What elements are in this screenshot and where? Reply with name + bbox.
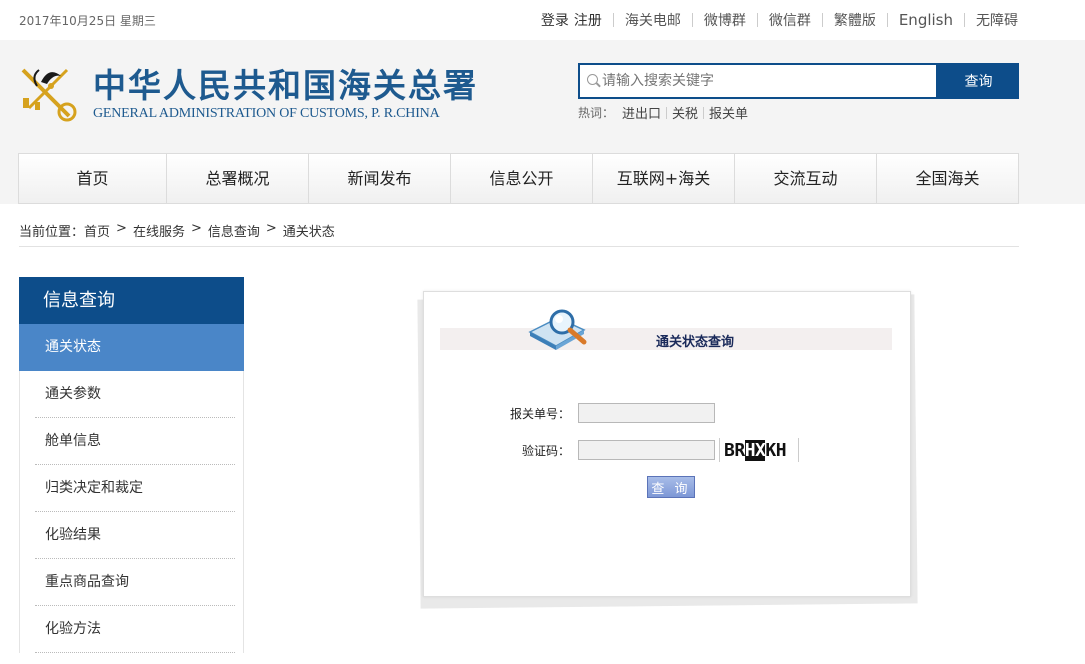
main-nav: 首页 总署概况 新闻发布 信息公开 互联网+海关 交流互动 全国海关 [18, 153, 1019, 204]
sidebar-item-key-goods[interactable]: 重点商品查询 [19, 559, 244, 606]
sidebar-item-clearance-params[interactable]: 通关参数 [19, 371, 244, 418]
hot-word-tariff[interactable]: 关税 [672, 103, 698, 122]
traditional-chinese-link[interactable]: 繁體版 [834, 10, 876, 30]
sidebar-item-lab-methods[interactable]: 化验方法 [19, 606, 244, 653]
search-icon [587, 74, 598, 85]
top-links: 登录 注册 海关电邮 微博群 微信群 繁體版 English 无障碍 [541, 10, 1018, 30]
nav-home[interactable]: 首页 [19, 154, 167, 203]
captcha-image[interactable]: BR HX KH [719, 438, 799, 462]
site-header: 中华人民共和国海关总署 GENERAL ADMINISTRATION OF CU… [0, 40, 1085, 204]
sidebar-item-classification[interactable]: 归类决定和裁定 [19, 465, 244, 512]
hot-word-import-export[interactable]: 进出口 [622, 103, 661, 122]
customs-mail-link[interactable]: 海关电邮 [625, 10, 681, 30]
breadcrumb-info-query[interactable]: 信息查询 [208, 221, 260, 240]
nav-interaction[interactable]: 交流互动 [735, 154, 877, 203]
top-bar: 2017年10月25日 星期三 登录 注册 海关电邮 微博群 微信群 繁體版 E… [0, 0, 1085, 40]
wechat-link[interactable]: 微信群 [769, 10, 811, 30]
hot-words-label: 热词： [578, 106, 615, 120]
query-submit-button[interactable]: 查 询 [647, 476, 695, 498]
declaration-number-label: 报关单号： [509, 406, 570, 421]
site-logo-subtitle[interactable]: GENERAL ADMINISTRATION OF CUSTOMS, P. R.… [93, 106, 440, 122]
nav-internet-customs[interactable]: 互联网+海关 [593, 154, 735, 203]
declaration-row: 报关单号： [438, 403, 715, 423]
english-link[interactable]: English [899, 11, 953, 29]
weibo-link[interactable]: 微博群 [704, 10, 746, 30]
search-box [578, 63, 938, 99]
nav-national-customs[interactable]: 全国海关 [877, 154, 1018, 203]
hot-words: 热词： 进出口 关税 报关单 [578, 103, 753, 122]
customs-emblem-icon[interactable] [19, 62, 81, 124]
divider [19, 246, 1019, 247]
site-logo-title[interactable]: 中华人民共和国海关总署 [93, 59, 478, 107]
captcha-label: 验证码： [521, 443, 570, 458]
accessibility-link[interactable]: 无障碍 [976, 10, 1018, 30]
search-button[interactable]: 查询 [938, 63, 1019, 99]
login-link[interactable]: 登录 [541, 10, 569, 30]
nav-overview[interactable]: 总署概况 [167, 154, 309, 203]
breadcrumb-label: 当前位置： [19, 225, 85, 240]
captcha-row: 验证码： BR HX KH [438, 438, 799, 462]
hot-word-declaration[interactable]: 报关单 [709, 103, 748, 122]
current-date: 2017年10月25日 星期三 [19, 14, 156, 28]
breadcrumb-clearance-status[interactable]: 通关状态 [283, 221, 335, 240]
sidebar-item-lab-results[interactable]: 化验结果 [19, 512, 244, 559]
declaration-number-input[interactable] [578, 403, 715, 423]
sidebar-title: 信息查询 [19, 277, 244, 324]
captcha-input[interactable] [578, 440, 715, 460]
register-link[interactable]: 注册 [574, 10, 602, 30]
sidebar-item-clearance-status[interactable]: 通关状态 [19, 324, 244, 371]
panel-title: 通关状态查询 [655, 335, 734, 350]
sidebar-item-manifest[interactable]: 舱单信息 [19, 418, 244, 465]
nav-info-disclosure[interactable]: 信息公开 [451, 154, 593, 203]
breadcrumb-home[interactable]: 首页 [84, 221, 110, 240]
sidebar: 信息查询 通关状态 通关参数 舱单信息 归类决定和裁定 化验结果 重点商品查询 … [19, 277, 244, 653]
query-panel: 通关状态查询 报关单号： 验证码： BR HX KH 查 询 [423, 291, 911, 597]
breadcrumb: 当前位置： 首页 > 在线服务 > 信息查询 > 通关状态 [19, 221, 335, 240]
search-input[interactable] [602, 71, 922, 91]
breadcrumb-online-service[interactable]: 在线服务 [133, 221, 185, 240]
nav-news[interactable]: 新闻发布 [309, 154, 451, 203]
